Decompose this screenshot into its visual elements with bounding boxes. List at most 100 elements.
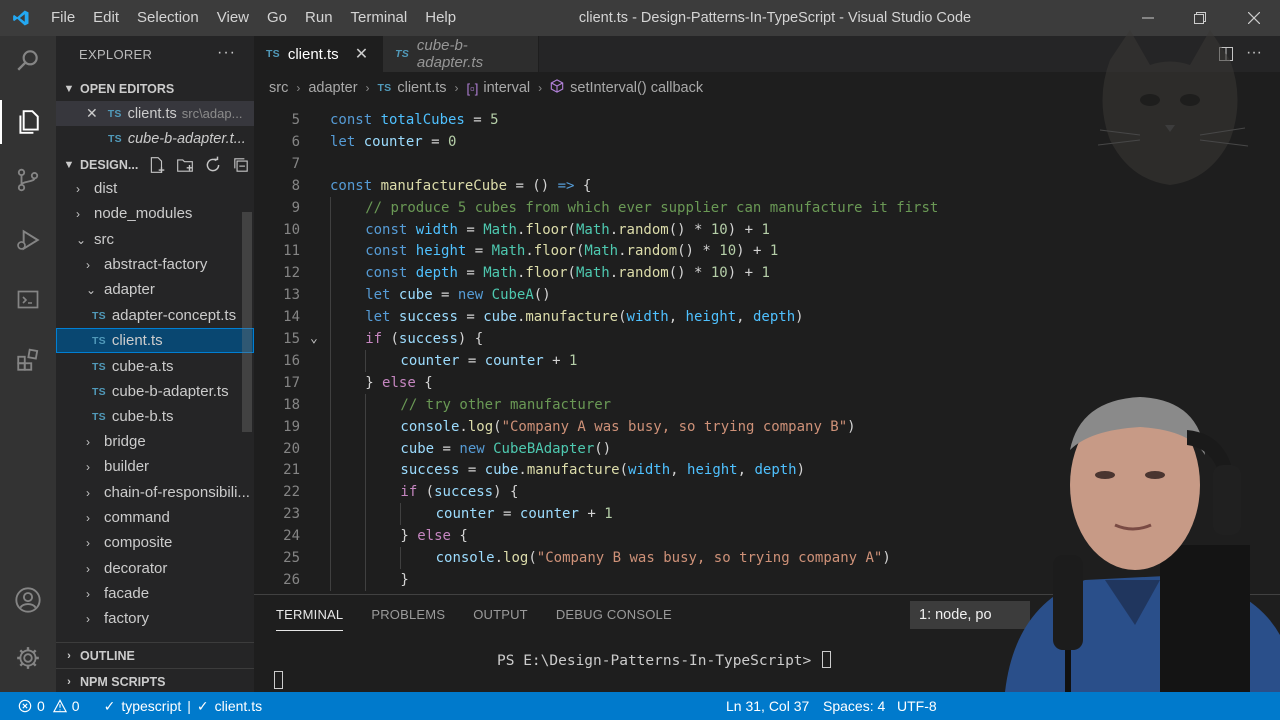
tree-folder-command[interactable]: › command <box>56 505 254 530</box>
new-folder-icon[interactable] <box>176 156 194 174</box>
indent-guide <box>365 393 367 416</box>
typescript-file-icon: TS <box>92 410 106 423</box>
tree-file-cube-a[interactable]: TS cube-a.ts <box>56 354 254 379</box>
tree-folder-bridge[interactable]: › bridge <box>56 429 254 454</box>
code-line[interactable]: 11 const height = Math.floor(Math.random(… <box>254 240 1280 263</box>
problems-status[interactable]: 0 0 <box>18 698 80 714</box>
tab-terminal[interactable]: TERMINAL <box>276 595 344 635</box>
check-icon: ✓ <box>103 697 116 714</box>
search-icon[interactable] <box>0 36 56 84</box>
open-editors-header[interactable]: ▼ OPEN EDITORS <box>56 76 254 102</box>
code-line[interactable]: 14 let success = cube.manufacture(width, … <box>254 306 1280 329</box>
refresh-icon[interactable] <box>204 156 222 174</box>
tree-folder-factory[interactable]: › factory <box>56 606 254 631</box>
code-text: console.log("Company B was busy, so tryi… <box>435 550 891 566</box>
menu-edit[interactable]: Edit <box>84 0 128 36</box>
tab-output[interactable]: OUTPUT <box>473 595 528 635</box>
tree-folder-composite[interactable]: › composite <box>56 530 254 555</box>
tree-folder-node-modules[interactable]: › node_modules <box>56 201 254 226</box>
settings-gear-icon[interactable] <box>0 634 56 682</box>
close-icon[interactable]: ✕ <box>86 105 98 122</box>
workspace-header[interactable]: ▼ DESIGN... <box>56 152 254 178</box>
menu-run[interactable]: Run <box>296 0 342 36</box>
chevron-right-icon: › <box>454 81 459 95</box>
terminal-prompt-text: PS E:\Design-Patterns-In-TypeScript> <box>497 653 821 669</box>
tree-folder-chain-of-responsibility[interactable]: › chain-of-responsibili... <box>56 480 254 505</box>
indent-guide <box>330 437 331 460</box>
code-line[interactable]: 13 let cube = new CubeA() <box>254 284 1280 307</box>
cursor-position[interactable]: Ln 31, Col 37 <box>726 698 809 714</box>
code-text: counter = counter + 1 <box>435 506 613 523</box>
indent-guide <box>365 547 367 569</box>
typescript-status[interactable]: ✓ typescript | ✓ client.ts <box>104 698 263 715</box>
extensions-icon[interactable] <box>0 336 56 384</box>
tree-file-client[interactable]: TS client.ts <box>56 328 254 353</box>
tree-folder-builder[interactable]: › builder <box>56 454 254 479</box>
tab-problems[interactable]: PROBLEMS <box>371 595 445 635</box>
npm-scripts-header[interactable]: › NPM SCRIPTS <box>56 668 254 692</box>
tree-folder-decorator[interactable]: › decorator <box>56 556 254 581</box>
open-editor-item-client[interactable]: ✕ TS client.ts src\adap... <box>56 101 254 126</box>
indent-guide <box>330 393 331 416</box>
code-line[interactable]: 16 counter = counter + 1 <box>254 349 1280 372</box>
remote-explorer-icon[interactable] <box>0 276 56 324</box>
tab-debug-console[interactable]: DEBUG CONSOLE <box>556 595 672 635</box>
tree-folder-abstract-factory[interactable]: › abstract-factory <box>56 252 254 277</box>
terminal-prompt[interactable]: PS E:\Design-Patterns-In-TypeScript> <box>497 651 832 669</box>
menu-terminal[interactable]: Terminal <box>342 0 417 36</box>
explorer-files-icon[interactable] <box>0 98 56 146</box>
tree-folder-dist[interactable]: › dist <box>56 176 254 201</box>
tree-folder-src[interactable]: ⌄ src <box>56 227 254 252</box>
line-number: 17 <box>283 374 300 391</box>
code-line[interactable]: 10 const width = Math.floor(Math.random()… <box>254 218 1280 241</box>
menu-view[interactable]: View <box>208 0 258 36</box>
fold-chevron-icon[interactable]: ⌄ <box>310 328 318 350</box>
indent-guide <box>330 218 331 241</box>
breadcrumb-interval[interactable]: interval <box>483 80 530 96</box>
run-debug-icon[interactable] <box>0 216 56 264</box>
tree-folder-facade[interactable]: › facade <box>56 581 254 606</box>
tree-folder-adapter[interactable]: ⌄ adapter <box>56 277 254 302</box>
collapse-all-icon[interactable] <box>232 156 250 174</box>
open-editor-item-cube-b-adapter[interactable]: TS cube-b-adapter.t... <box>56 126 254 151</box>
close-icon[interactable]: ✕ <box>355 44 368 64</box>
chevron-right-icon: › <box>86 459 90 474</box>
tree-file-cube-b[interactable]: TS cube-b.ts <box>56 404 254 429</box>
new-file-icon[interactable] <box>148 156 166 174</box>
code-line[interactable]: 15 if (success) {⌄ <box>254 328 1280 350</box>
code-line[interactable]: 12 const depth = Math.floor(Math.random()… <box>254 262 1280 285</box>
code-text: if (success) { <box>400 484 519 501</box>
breadcrumb-setinterval-callback[interactable]: setInterval() callback <box>570 80 703 96</box>
indent-guide <box>330 503 331 526</box>
indentation-status[interactable]: Spaces: 4 <box>823 698 885 714</box>
line-number: 11 <box>283 243 300 260</box>
menu-go[interactable]: Go <box>258 0 296 36</box>
tab-cube-b-adapter[interactable]: TS cube-b-adapter.ts <box>383 36 540 72</box>
menu-selection[interactable]: Selection <box>128 0 208 36</box>
line-number: 8 <box>291 177 300 194</box>
encoding-status[interactable]: UTF-8 <box>897 698 937 714</box>
breadcrumb-client[interactable]: client.ts <box>397 80 446 96</box>
explorer-sidebar: EXPLORER ··· ▼ OPEN EDITORS ✕ TS client.… <box>56 36 254 692</box>
more-actions-icon[interactable]: ··· <box>217 44 236 62</box>
account-icon[interactable] <box>0 576 56 624</box>
source-control-icon[interactable] <box>0 156 56 204</box>
tree-file-adapter-concept[interactable]: TS adapter-concept.ts <box>56 303 254 328</box>
tab-client[interactable]: TS client.ts ✕ <box>254 36 384 72</box>
sidebar-scrollbar[interactable] <box>242 212 252 432</box>
menu-file[interactable]: File <box>42 0 84 36</box>
breadcrumb-adapter[interactable]: adapter <box>308 80 357 96</box>
menu-help[interactable]: Help <box>416 0 465 36</box>
indent-guide <box>330 240 331 263</box>
chevron-right-icon: › <box>538 81 543 95</box>
typescript-file-icon: TS <box>266 48 280 60</box>
indent-guide <box>365 481 367 504</box>
line-number: 24 <box>283 528 300 545</box>
outline-header[interactable]: › OUTLINE <box>56 642 254 668</box>
tree-file-cube-b-adapter[interactable]: TS cube-b-adapter.ts <box>56 379 254 404</box>
indent-guide <box>330 196 331 219</box>
line-number: 18 <box>283 396 300 413</box>
breadcrumb-src[interactable]: src <box>269 80 288 96</box>
chevron-right-icon: › <box>365 81 370 95</box>
typescript-file-icon: TS <box>395 48 409 60</box>
